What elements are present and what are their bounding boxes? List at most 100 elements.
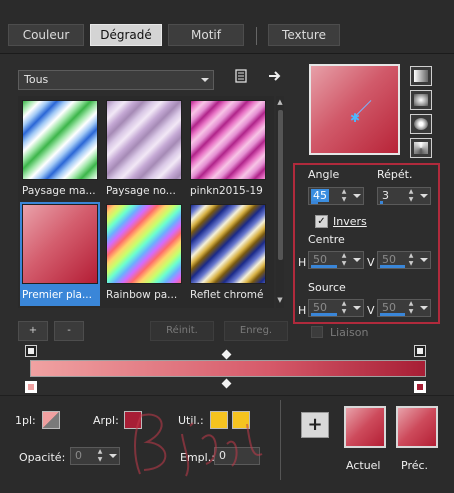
tab-texture[interactable]: Texture bbox=[268, 24, 340, 46]
source-h-level-bar bbox=[311, 313, 337, 316]
invert-checkbox[interactable]: ✓ bbox=[315, 215, 328, 228]
preset-label: Reflet chromé bbox=[190, 289, 264, 301]
preset-swatch bbox=[106, 204, 182, 284]
stepper-arrows-icon[interactable]: ▲ ▼ bbox=[406, 252, 416, 268]
arrow-right-icon[interactable] bbox=[266, 69, 284, 87]
chevron-down-icon[interactable] bbox=[353, 258, 361, 262]
scroll-up-icon[interactable]: ▲ bbox=[276, 98, 284, 106]
add-stop-button[interactable]: + bbox=[18, 321, 48, 341]
preset-item[interactable]: Paysage ma... bbox=[20, 98, 100, 202]
opacity-label: Opacité: bbox=[19, 451, 66, 464]
chevron-down-icon[interactable] bbox=[420, 306, 428, 310]
sunburst-style-icon bbox=[414, 118, 428, 130]
preset-label: pinkn2015-19 bbox=[190, 185, 263, 197]
chevron-down-icon bbox=[201, 78, 209, 82]
repeat-label: Répét. bbox=[377, 168, 413, 181]
transparency-midpoint[interactable] bbox=[221, 349, 232, 360]
preset-item[interactable]: Rainbow pa... bbox=[104, 202, 184, 306]
sunburst-style-button[interactable] bbox=[410, 114, 432, 134]
repeat-value[interactable]: 3 bbox=[382, 189, 389, 202]
color-stop-right[interactable] bbox=[414, 381, 426, 393]
stepper-arrows-icon[interactable]: ▲ ▼ bbox=[406, 300, 416, 316]
category-select[interactable]: Tous bbox=[18, 70, 214, 90]
reset-button[interactable]: Réinit. bbox=[150, 321, 214, 341]
fg-label: 1pl: bbox=[15, 414, 36, 427]
stepper-arrows-icon[interactable]: ▲ ▼ bbox=[95, 448, 105, 464]
angle-label: Angle bbox=[308, 168, 340, 181]
tab-separator bbox=[256, 27, 257, 45]
tab-couleur[interactable]: Couleur bbox=[8, 24, 84, 46]
transparency-stop-right[interactable] bbox=[414, 345, 426, 357]
center-handle-icon[interactable]: ✱ bbox=[350, 111, 360, 125]
angle-stepper[interactable]: 45 ▲ ▼ bbox=[308, 187, 364, 205]
rectangular-style-icon bbox=[414, 94, 428, 106]
preset-item[interactable]: Paysage no... bbox=[104, 98, 184, 202]
link-label: Liaison bbox=[330, 326, 369, 339]
preset-label: Paysage ma... bbox=[22, 185, 96, 197]
preset-swatch bbox=[190, 100, 266, 180]
stepper-arrows-icon[interactable]: ▲ ▼ bbox=[339, 188, 349, 204]
remove-stop-button[interactable]: - bbox=[54, 321, 84, 341]
gradient-preview[interactable]: ✱ bbox=[309, 64, 400, 155]
library-icon[interactable] bbox=[232, 69, 250, 87]
center-h-level-bar bbox=[311, 265, 337, 268]
chevron-down-icon[interactable] bbox=[353, 194, 361, 198]
color-midpoint[interactable] bbox=[221, 378, 232, 389]
center-h-stepper[interactable]: 50 ▲ ▼ bbox=[308, 251, 364, 269]
center-v-label: V bbox=[367, 256, 375, 269]
preset-label: Paysage no... bbox=[106, 185, 176, 197]
radial-style-button[interactable] bbox=[410, 138, 432, 158]
link-checkbox[interactable] bbox=[311, 326, 323, 338]
stepper-arrows-icon[interactable]: ▲ ▼ bbox=[339, 300, 349, 316]
previous-label: Préc. bbox=[401, 459, 429, 472]
chevron-down-icon[interactable] bbox=[109, 454, 117, 458]
source-h-stepper[interactable]: 50 ▲ ▼ bbox=[308, 299, 364, 317]
preset-gallery: Paysage ma... Paysage no... pinkn2015-19… bbox=[18, 96, 274, 308]
radial-style-icon bbox=[414, 142, 428, 154]
preset-item[interactable]: Reflet chromé bbox=[188, 202, 268, 306]
bg-label: Arpl: bbox=[93, 414, 119, 427]
preset-item-selected[interactable]: Premier pla... bbox=[20, 202, 100, 306]
repeat-level-bar bbox=[380, 201, 383, 204]
center-h-label: H bbox=[298, 256, 307, 269]
foreground-swatch[interactable] bbox=[42, 411, 60, 429]
bottom-separator bbox=[280, 400, 281, 480]
center-v-level-bar bbox=[380, 265, 405, 268]
source-v-stepper[interactable]: 50 ▲ ▼ bbox=[377, 299, 431, 317]
preset-item[interactable]: pinkn2015-19 bbox=[188, 98, 268, 202]
chevron-down-icon[interactable] bbox=[420, 258, 428, 262]
source-label: Source bbox=[308, 281, 346, 294]
add-swatch-button[interactable]: + bbox=[301, 412, 329, 438]
scrollbar-thumb[interactable] bbox=[278, 110, 283, 260]
rectangular-style-button[interactable] bbox=[410, 90, 432, 110]
transparency-stop-left[interactable] bbox=[25, 345, 37, 357]
chevron-down-icon[interactable] bbox=[353, 306, 361, 310]
scroll-down-icon[interactable]: ▼ bbox=[276, 296, 284, 304]
preset-swatch bbox=[22, 204, 98, 284]
current-swatch[interactable] bbox=[344, 406, 386, 448]
opacity-value[interactable]: 0 bbox=[75, 449, 82, 462]
preset-scrollbar[interactable]: ▲ ▼ bbox=[276, 96, 284, 308]
linear-style-button[interactable] bbox=[410, 66, 432, 86]
previous-swatch[interactable] bbox=[396, 406, 438, 448]
source-v-level-bar bbox=[380, 313, 405, 316]
stepper-arrows-icon[interactable]: ▲ ▼ bbox=[339, 252, 349, 268]
angle-level-bar bbox=[311, 201, 318, 204]
tab-degrade[interactable]: Dégradé bbox=[90, 24, 162, 46]
preset-swatch bbox=[190, 204, 266, 284]
opacity-stepper[interactable]: 0 ▲ ▼ bbox=[70, 447, 120, 465]
color-stop-left[interactable] bbox=[25, 381, 37, 393]
save-button[interactable]: Enreg. bbox=[224, 321, 288, 341]
stepper-arrows-icon[interactable]: ▲ ▼ bbox=[406, 188, 416, 204]
gradient-bar[interactable] bbox=[30, 360, 426, 377]
repeat-stepper[interactable]: 3 ▲ ▼ bbox=[377, 187, 431, 205]
tab-bar: Couleur Dégradé Motif Texture bbox=[0, 0, 454, 54]
invert-label: Invers bbox=[333, 215, 367, 228]
source-h-label: H bbox=[298, 304, 307, 317]
tab-motif[interactable]: Motif bbox=[168, 24, 244, 46]
chevron-down-icon[interactable] bbox=[420, 194, 428, 198]
center-v-stepper[interactable]: 50 ▲ ▼ bbox=[377, 251, 431, 269]
current-label: Actuel bbox=[346, 459, 381, 472]
preset-swatch bbox=[22, 100, 98, 180]
preset-label: Premier pla... bbox=[22, 289, 92, 301]
